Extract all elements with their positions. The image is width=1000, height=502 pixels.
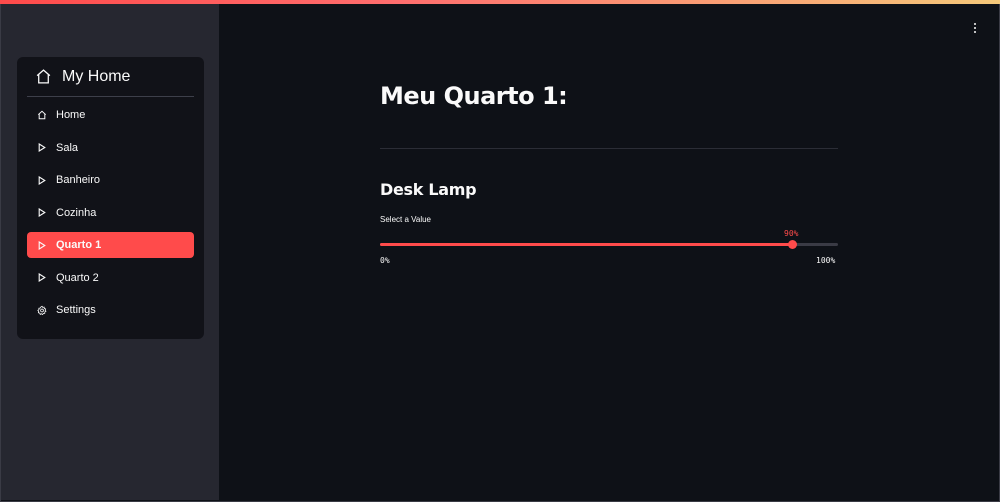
play-outline-icon xyxy=(37,143,47,153)
play-outline-icon xyxy=(37,273,47,283)
sidebar-item-banheiro[interactable]: Banheiro xyxy=(27,167,194,193)
sidebar-item-sala[interactable]: Sala xyxy=(27,135,194,161)
play-outline-icon xyxy=(37,208,47,218)
sidebar-item-label: Quarto 2 xyxy=(56,271,99,284)
play-outline-icon xyxy=(37,240,47,250)
sidebar-item-label: Banheiro xyxy=(56,174,101,186)
play-outline-icon xyxy=(37,175,47,185)
slider-thumb[interactable] xyxy=(788,240,797,249)
sidebar-item-label: Quarto 1 xyxy=(56,239,102,251)
section-title: Desk Lamp xyxy=(380,180,477,199)
gear-icon xyxy=(37,305,47,315)
sidebar: My Home Home Sala Banheiro Cozinha Quart… xyxy=(1,4,219,500)
slider-max-label: 100% xyxy=(816,256,836,265)
sidebar-item-quarto-2[interactable]: Quarto 2 xyxy=(27,265,194,291)
sidebar-item-label: Home xyxy=(56,109,86,121)
home-icon xyxy=(35,68,52,85)
main-menu-icon[interactable] xyxy=(968,20,982,36)
sidebar-item-label: Cozinha xyxy=(56,206,97,219)
slider-label: Select a Value xyxy=(380,215,431,224)
slider-track[interactable] xyxy=(380,240,838,249)
sidebar-item-label: Settings xyxy=(56,304,96,316)
nav-menu: My Home Home Sala Banheiro Cozinha Quart… xyxy=(17,57,204,339)
home-icon xyxy=(37,110,47,120)
menu-title: My Home xyxy=(62,67,131,85)
sidebar-item-cozinha[interactable]: Cozinha xyxy=(27,200,194,226)
slider-value: 90% xyxy=(784,229,799,238)
page-title: Meu Quarto 1: xyxy=(380,82,568,110)
sidebar-item-label: Sala xyxy=(56,141,79,154)
menu-list: Home Sala Banheiro Cozinha Quarto 1 Quar… xyxy=(17,97,204,323)
divider xyxy=(380,148,838,149)
sidebar-item-home[interactable]: Home xyxy=(27,102,194,128)
slider-min-label: 0% xyxy=(380,256,390,265)
slider-fill xyxy=(380,243,792,246)
sidebar-item-quarto-1[interactable]: Quarto 1 xyxy=(27,232,194,258)
menu-header: My Home xyxy=(27,57,194,97)
sidebar-item-settings[interactable]: Settings xyxy=(27,297,194,323)
